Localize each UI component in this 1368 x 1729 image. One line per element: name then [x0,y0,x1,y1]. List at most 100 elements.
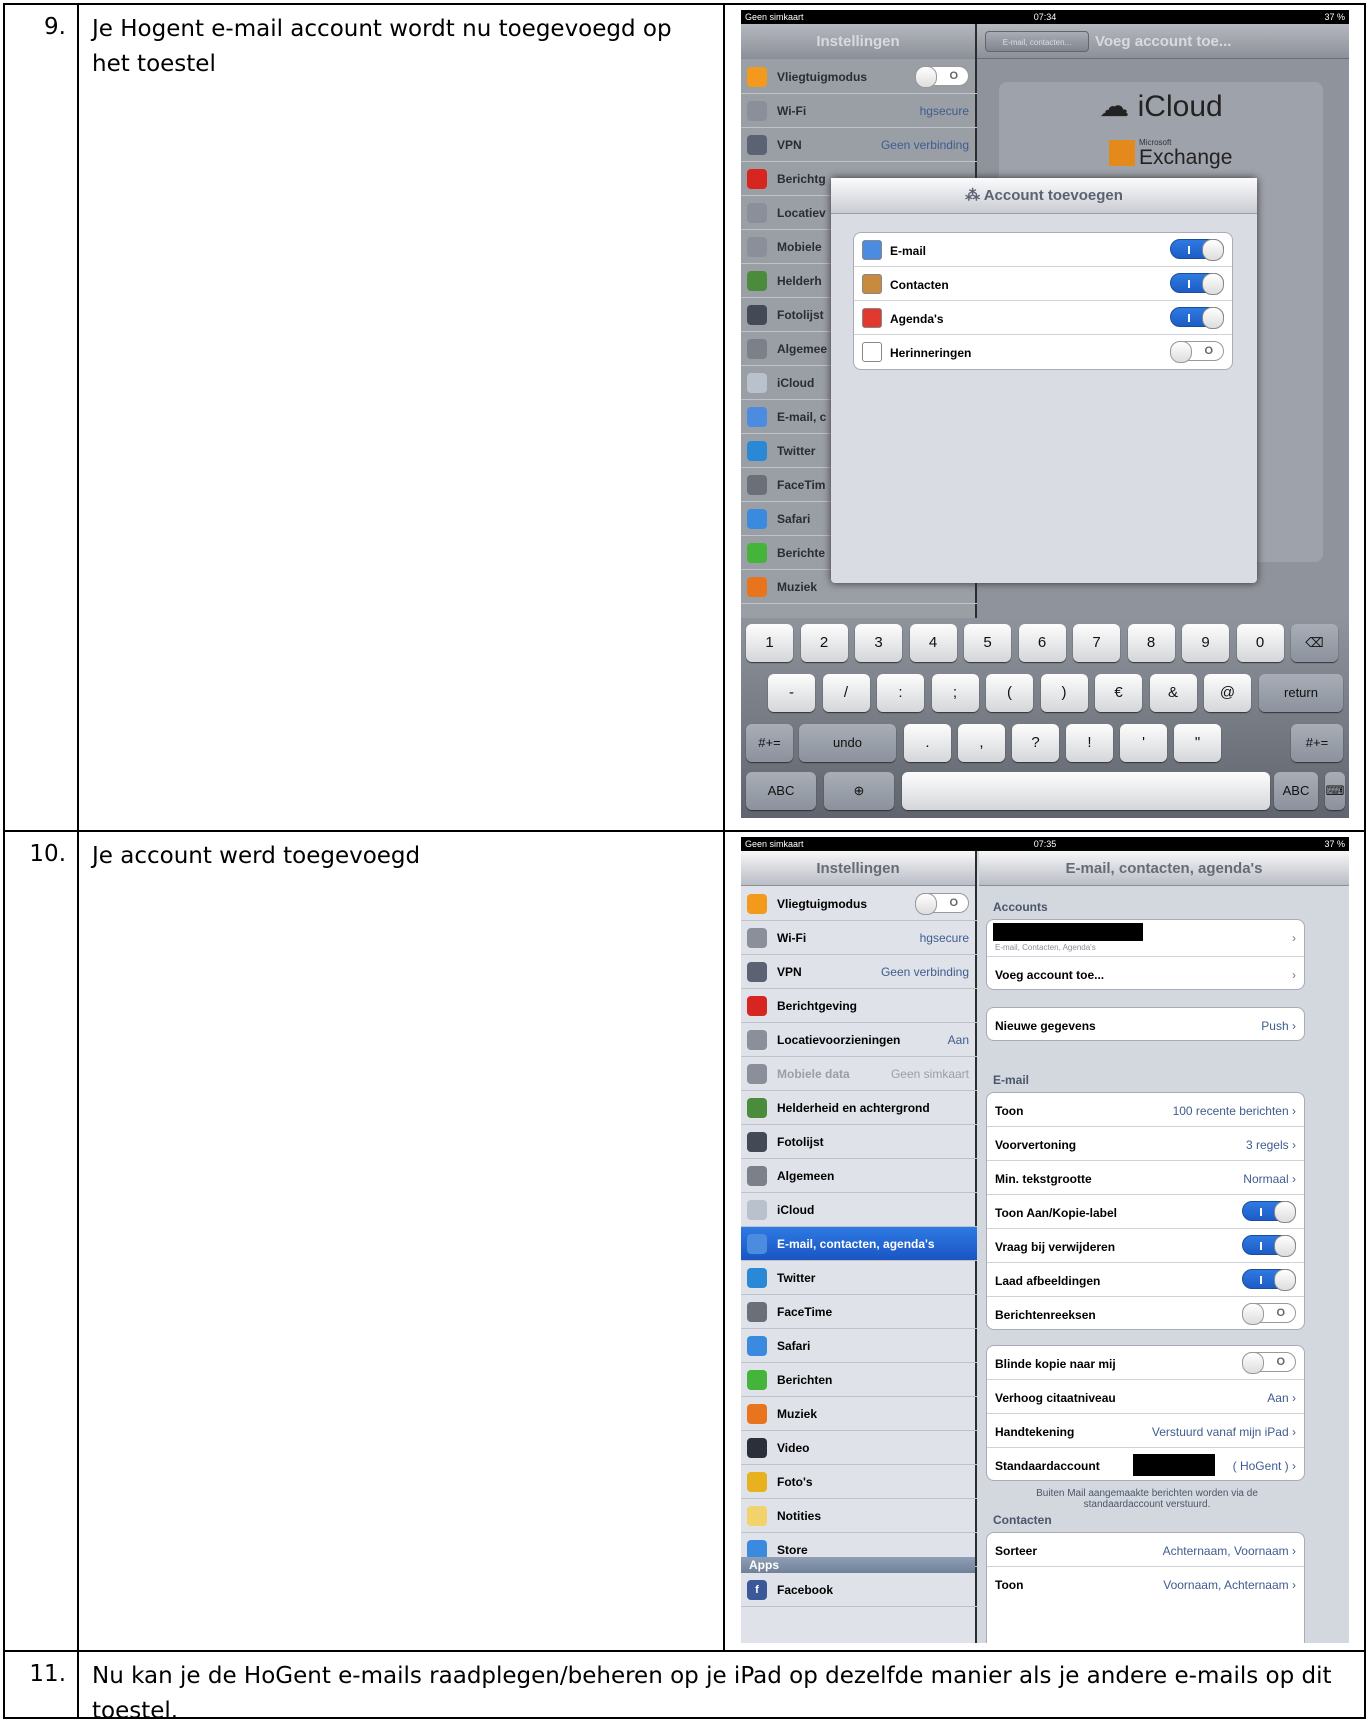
sidebar-item-helderheid-en-achtergrond[interactable]: Helderheid en achtergrond [741,1091,977,1125]
key-sym-2[interactable] [902,772,1270,810]
back-button[interactable]: E-mail, contacten... [985,31,1089,52]
airplane-mode-toggle[interactable]: O [915,893,969,915]
setting-value: 100 recente berichten › [1172,1104,1296,1118]
setting-value: Verstuurd vanaf mijn iPad › [1151,1425,1296,1439]
key-5[interactable]: 5 [964,624,1011,662]
sidebar-item-mobiele-data[interactable]: Mobiele data Geen simkaart [741,1057,977,1091]
key-sym-4[interactable]: ( [986,674,1033,712]
key-sym-4[interactable]: ⌨ [1325,772,1345,810]
sidebar-item-muziek[interactable]: Muziek [741,1397,977,1431]
exchange-icon [1109,140,1135,166]
contacten-toggle[interactable] [1170,273,1224,295]
sidebar-item-foto-s[interactable]: Foto's [741,1465,977,1499]
sidebar-item-wi-fi[interactable]: Wi-Fi hgsecure [741,921,977,955]
setting-row-blinde-kopie-naar-mij[interactable]: Blinde kopie naar mij O [987,1346,1304,1380]
setting-row-voorvertoning[interactable]: Voorvertoning 3 regels › [987,1127,1304,1161]
toon-aan-kopie-label-toggle[interactable] [1242,1201,1296,1223]
sidebar-item-vliegtuigmodus[interactable]: Vliegtuigmodus O [741,887,977,921]
sidebar-item-berichtgeving[interactable]: Berichtgeving [741,989,977,1023]
setting-row-standaardaccount[interactable]: Standaardaccount ( HoGent ) › [987,1448,1304,1480]
sidebar-item-algemeen[interactable]: Algemeen [741,1159,977,1193]
sidebar-item-facetime[interactable]: FaceTime [741,1295,977,1329]
key-undo[interactable]: undo [799,724,896,762]
key-4[interactable]: 4 [909,624,957,662]
sidebar-item-label: Wi-Fi [777,104,807,118]
setting-row-vraag-bij-verwijderen[interactable]: Vraag bij verwijderen [987,1229,1304,1263]
key-sym-5[interactable]: ! [1066,724,1113,762]
key-sym-10[interactable]: ⌫ [1291,624,1338,662]
sidebar-item-vliegtuigmodus[interactable]: Vliegtuigmodus O [741,60,977,94]
sidebar-item-vpn[interactable]: VPN Geen verbinding [741,955,977,989]
key-abc[interactable]: ABC [1274,772,1318,810]
key-0[interactable]: 0 [1236,624,1284,662]
vraag-bij-verwijderen-toggle[interactable] [1242,1235,1296,1257]
herinneringen-toggle[interactable]: O [1170,341,1224,363]
setting-row-handtekening[interactable]: Handtekening Verstuurd vanaf mijn iPad › [987,1414,1304,1448]
setting-row-toon[interactable]: Toon 100 recente berichten › [987,1093,1304,1127]
setting-row-min-tekstgrootte[interactable]: Min. tekstgrootte Normaal › [987,1161,1304,1195]
key-sym-6[interactable]: ' [1120,724,1167,762]
key-8[interactable]: 8 [1127,624,1175,662]
berichtg-icon [747,169,767,189]
sidebar-item-fotolijst[interactable]: Fotolijst [741,1125,977,1159]
setting-row-sorteer[interactable]: Sorteer Achternaam, Voornaam › [987,1533,1304,1567]
key-3[interactable]: 3 [855,624,902,662]
setting-row-laad-afbeeldingen[interactable]: Laad afbeeldingen [987,1263,1304,1297]
key-abc[interactable]: ABC [746,772,816,810]
sidebar-item-wi-fi[interactable]: Wi-Fi hgsecure [741,94,977,128]
key-7[interactable]: 7 [1073,624,1120,662]
sidebar-item-berichten[interactable]: Berichten [741,1363,977,1397]
setting-row-toon[interactable]: Toon Voornaam, Achternaam › [987,1567,1304,1601]
sidebar-item-twitter[interactable]: Twitter [741,1261,977,1295]
key-sym-3[interactable]: , [958,724,1005,762]
sidebar-item-safari[interactable]: Safari [741,1329,977,1363]
key-sym-2[interactable]: . [904,724,951,762]
sidebar-item-notities[interactable]: Notities [741,1499,977,1533]
key-sym-7[interactable]: & [1149,674,1197,712]
laad-afbeeldingen-toggle[interactable] [1242,1269,1296,1291]
nav-title: E-mail, contacten, agenda's [979,851,1349,886]
key-2[interactable]: 2 [800,624,848,662]
key-sym-0[interactable]: - [768,674,815,712]
setting-row-verhoog-citaatniveau[interactable]: Verhoog citaatniveau Aan › [987,1380,1304,1414]
setting-label: Standaardaccount [995,1459,1100,1473]
e-mail-toggle[interactable] [1170,239,1224,261]
key-1[interactable]: 1 [746,624,793,662]
sidebar-item-e-mail-contacten-agenda-s[interactable]: E-mail, contacten, agenda's [741,1227,977,1261]
key-return[interactable]: return [1259,674,1343,712]
sidebar-item-locatievoorzieningen[interactable]: Locatievoorzieningen Aan [741,1023,977,1057]
key-sym-1[interactable]: / [822,674,870,712]
key-sym-2[interactable]: : [877,674,924,712]
key-sym-1[interactable]: ⊕ [824,772,894,810]
key-sym-4[interactable]: ? [1012,724,1059,762]
key-sym-8[interactable]: #+= [1291,724,1343,762]
new-data-row[interactable]: Nieuwe gegevens Push › [987,1008,1304,1040]
sidebar-item-icloud[interactable]: iCloud [741,1193,977,1227]
berichtgeving-icon [747,996,767,1016]
key-sym-8[interactable]: @ [1204,674,1251,712]
sidebar-item-label: Mobiele data [777,1067,850,1081]
sidebar-item-vpn[interactable]: VPN Geen verbinding [741,128,977,162]
key-sym-0[interactable]: #+= [746,724,793,762]
key-sym-3[interactable]: ; [931,674,979,712]
add-account-row[interactable]: Voeg account toe... › [987,957,1304,989]
key-sym-5[interactable]: ) [1040,674,1088,712]
redacted-account-name [1133,1454,1215,1476]
key-9[interactable]: 9 [1182,624,1229,662]
icloud-option[interactable]: ☁ iCloud [999,82,1323,132]
berichtenreeksen-toggle[interactable]: O [1242,1303,1296,1325]
sidebar-item-facebook[interactable]: f Facebook [741,1573,977,1607]
key-sym-6[interactable]: € [1095,674,1142,712]
key-6[interactable]: 6 [1018,624,1066,662]
setting-value-text: 3 regels [1245,1138,1289,1152]
key-sym-7[interactable]: " [1174,724,1221,762]
airplane-mode-toggle[interactable]: O [915,66,969,88]
setting-row-berichtenreeksen[interactable]: Berichtenreeksen O [987,1297,1304,1329]
account-row[interactable]: E-mail, Contacten, Agenda's › [987,920,1304,957]
blinde-kopie-naar-mij-toggle[interactable]: O [1242,1352,1296,1374]
setting-row-toon-aan-kopie-label[interactable]: Toon Aan/Kopie-label [987,1195,1304,1229]
sidebar-item-video[interactable]: Video [741,1431,977,1465]
sidebar-title: Instellingen [741,851,975,886]
setting-value-text: 100 recente berichten [1172,1104,1289,1118]
agenda-s-toggle[interactable] [1170,307,1224,329]
